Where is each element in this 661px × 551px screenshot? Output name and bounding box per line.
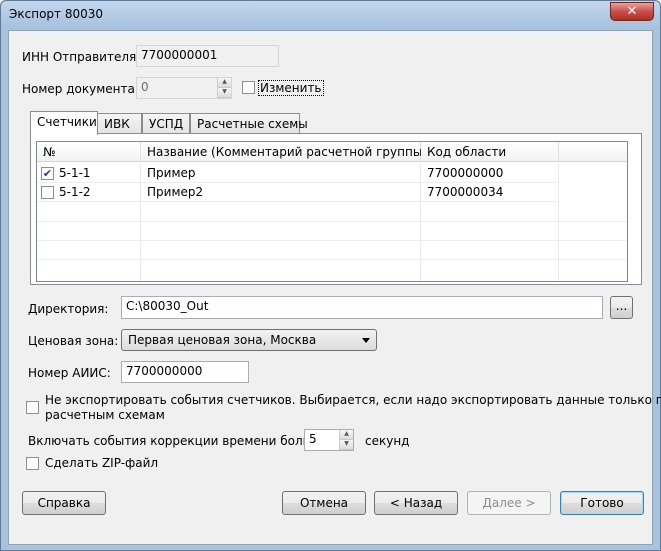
title-bar[interactable]: Экспорт 80030 ✕ [1,1,660,29]
next-button[interactable]: Далее > [467,491,551,515]
window-title: Экспорт 80030 [9,7,104,21]
aiis-label: Номер АИИС: [28,366,111,380]
directory-input[interactable]: C:\80030_Out [121,296,603,319]
row-code: 7700000034 [421,183,559,202]
table-row[interactable]: ✔ 5-1-1 [37,164,141,183]
change-label[interactable]: Изменить [258,80,324,96]
aiis-input[interactable]: 7700000000 [121,361,249,383]
time-correction-spinner[interactable]: ▲ ▼ [339,430,353,450]
inn-label: ИНН Отправителя: [22,50,141,64]
price-zone-value: Первая ценовая зона, Москва [128,333,317,347]
change-checkbox[interactable] [242,81,255,94]
no-export-events-label-line1: Не экспортировать события счетчиков. Выб… [45,393,661,407]
column-header-num[interactable]: № [37,142,141,162]
grid-line [37,259,627,260]
no-export-events-label-line2: расчетным схемам [45,408,165,422]
column-header-empty [559,142,627,162]
zip-label: Сделать ZIP-файл [45,456,159,470]
zip-checkbox[interactable] [26,457,39,470]
finish-button[interactable]: Готово [560,491,644,515]
grid-line [37,221,627,222]
directory-label: Директория: [28,302,109,316]
spin-up-icon[interactable]: ▲ [218,78,231,88]
row-checkbox[interactable] [41,186,54,199]
browse-button[interactable]: ... [610,296,633,319]
grid-line [420,202,421,281]
back-button[interactable]: < Назад [374,491,458,515]
time-correction-unit: секунд [365,434,410,448]
column-header-code[interactable]: Код области [421,142,559,162]
price-zone-select[interactable]: Первая ценовая зона, Москва [121,329,377,351]
row-name: Пример [141,164,421,183]
close-button[interactable]: ✕ [610,2,654,21]
row-checkbox-checked[interactable]: ✔ [41,167,54,180]
tab-uspd[interactable]: УСПД [142,113,190,135]
tab-counters[interactable]: Счетчики [30,111,98,135]
no-export-events-checkbox[interactable] [26,401,39,414]
grid-line [37,240,627,241]
close-icon: ✕ [626,4,638,19]
doc-number-spinner[interactable]: ▲ ▼ [217,78,231,98]
doc-number-label: Номер документа: [22,82,139,96]
counters-table[interactable]: № Название (Комментарий расчетной группы… [36,141,628,282]
row-num: 5-1-1 [59,166,91,180]
price-zone-label: Ценовая зона: [28,334,119,348]
spin-down-icon[interactable]: ▼ [218,88,231,98]
dialog-window: Экспорт 80030 ✕ ИНН Отправителя: 7700000… [0,0,661,551]
row-code: 7700000000 [421,164,559,183]
table-row[interactable]: 5-1-2 [37,183,141,202]
inn-field[interactable]: 7700000001 [136,45,279,67]
tab-ivk[interactable]: ИВК [97,113,142,135]
dialog-body: ИНН Отправителя: 7700000001 Номер докуме… [8,30,661,545]
help-button[interactable]: Справка [22,491,106,515]
tab-panel-counters: № Название (Комментарий расчетной группы… [30,133,642,285]
grid-line [558,202,559,281]
chevron-down-icon [362,338,370,343]
time-correction-label: Включать события коррекции времени больш… [28,434,333,448]
spin-down-icon[interactable]: ▼ [340,440,353,450]
row-name: Пример2 [141,183,421,202]
tab-calc-schemes[interactable]: Расчетные схемы [190,113,308,135]
spin-up-icon[interactable]: ▲ [340,430,353,440]
column-header-name[interactable]: Название (Комментарий расчетной группы) [141,142,427,162]
grid-line [140,202,141,281]
row-num: 5-1-2 [59,185,91,199]
cancel-button[interactable]: Отмена [282,491,366,515]
